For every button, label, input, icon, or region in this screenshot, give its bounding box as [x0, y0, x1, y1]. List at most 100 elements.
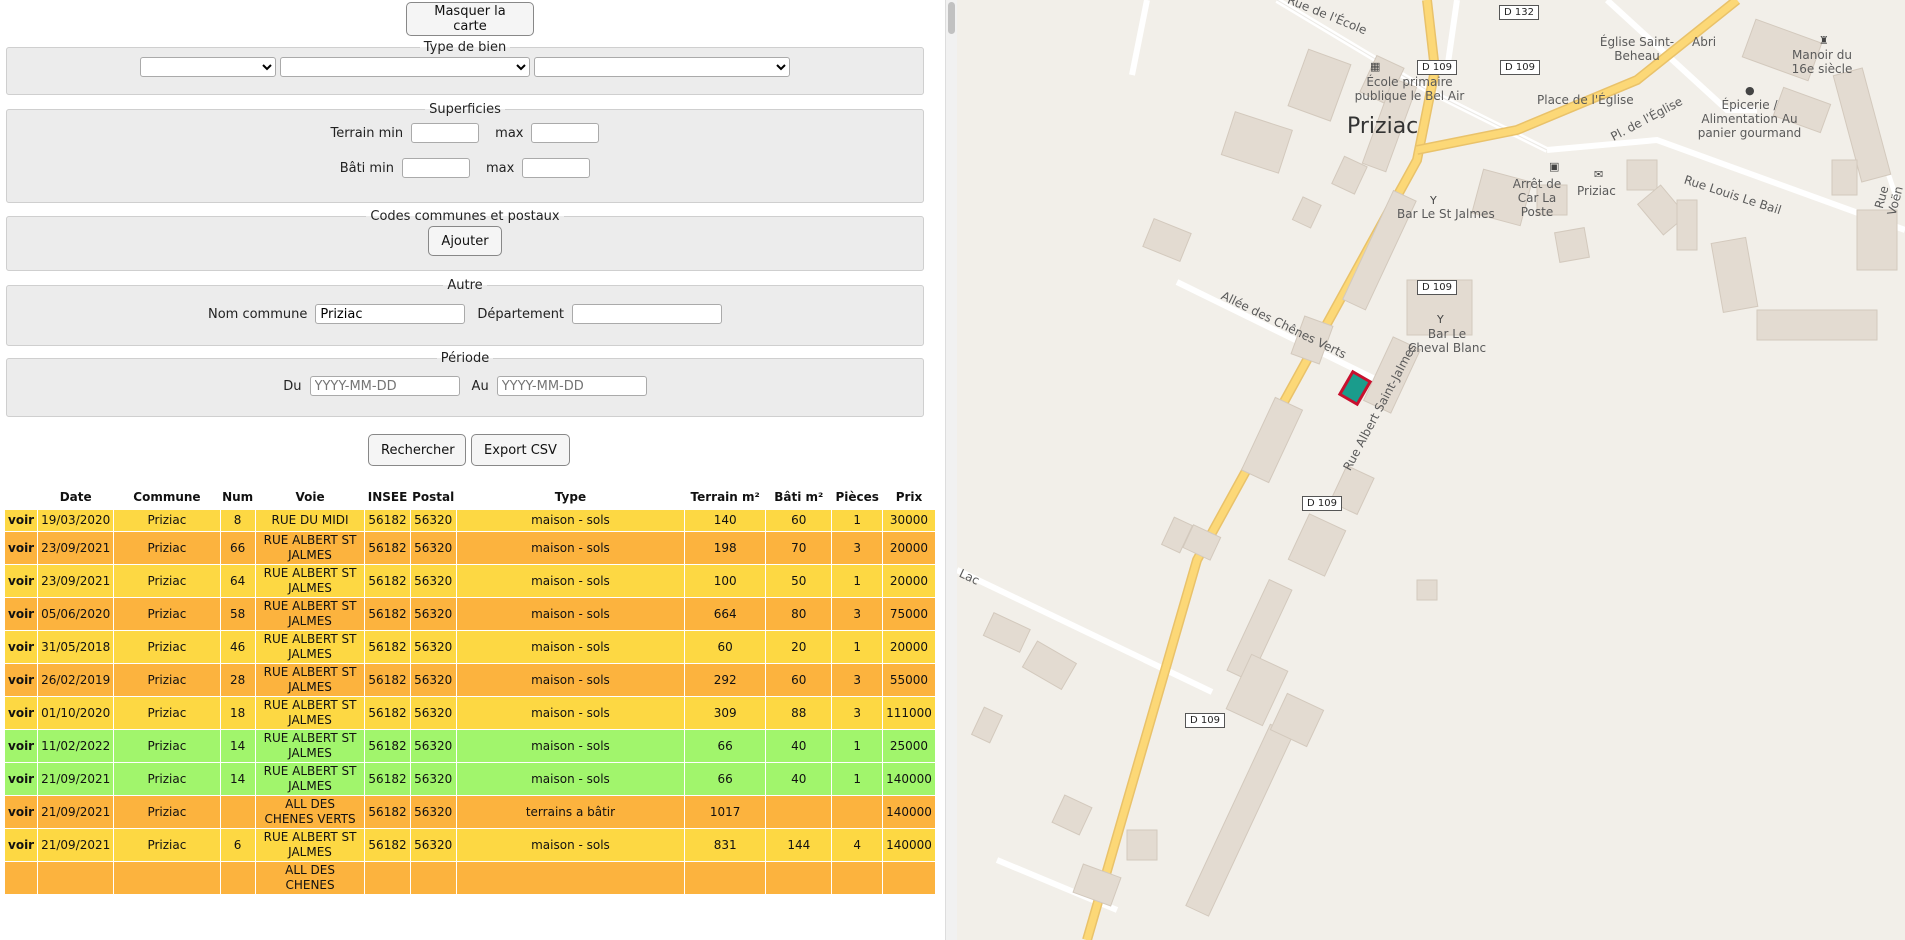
cell-bati: 60: [765, 663, 833, 697]
cell-voie: RUE ALBERT ST JALMES: [254, 729, 366, 763]
map-arret-label: Arrêt de Car La Poste: [1512, 177, 1562, 219]
search-button[interactable]: Rechercher: [368, 434, 466, 466]
cell-insee: 56182: [364, 762, 411, 796]
cell-prix: 25000: [881, 729, 937, 763]
cell-voie: RUE ALBERT ST JALMES: [254, 663, 366, 697]
column-header: Num: [222, 490, 254, 504]
cell-postal: 56320: [409, 564, 457, 598]
terrain-max-label: max: [495, 125, 524, 141]
cell-pieces: 1: [831, 630, 883, 664]
cell-date: 01/10/2020: [37, 696, 115, 730]
bati-min-input[interactable]: [401, 158, 470, 178]
column-header: [5, 485, 38, 510]
cell-prix: 75000: [881, 597, 937, 631]
view-link[interactable]: voir: [3, 828, 39, 862]
cell-prix: 140000: [881, 828, 937, 862]
property-type-select[interactable]: [280, 57, 530, 77]
date-to-input[interactable]: [496, 376, 647, 396]
map-poste-label: Priziac: [1577, 184, 1616, 198]
export-csv-button[interactable]: Export CSV: [471, 434, 570, 466]
cell-terrain: 66: [684, 729, 767, 763]
cell-date: 23/09/2021: [37, 531, 115, 565]
column-header: Postal: [412, 490, 455, 504]
map-eglise-label: Église Saint-Beheau: [1599, 35, 1675, 63]
cell-pieces: 3: [831, 696, 883, 730]
table-row: ALL DES CHENES: [3, 861, 937, 895]
terrain-min-input[interactable]: [411, 123, 480, 143]
cell-type: maison - sols: [455, 762, 686, 796]
cell-date: 21/09/2021: [37, 795, 115, 829]
terrain-max-input[interactable]: [531, 123, 600, 143]
table-row: voir 11/02/2022 Priziac 14 RUE ALBERT ST JAL…: [3, 729, 937, 763]
cell-voie: RUE ALBERT ST JALMES: [254, 564, 366, 598]
toggle-map-button[interactable]: Masquer la carte: [406, 2, 534, 36]
map-epicerie-label: Épicerie / Alimentation Au panier gourma…: [1697, 98, 1802, 140]
table-row: voir 23/09/2021 Priziac 66 RUE ALBERT ST JAL…: [3, 531, 937, 565]
cell-postal: 56320: [409, 828, 457, 862]
map-bar-cheval-label: Bar Le Cheval Blanc: [1407, 327, 1487, 355]
map-d109-shield-5: D 109: [1185, 713, 1225, 728]
cell-date: [37, 861, 115, 895]
cell-terrain: 66: [684, 762, 767, 796]
column-header: Voie: [295, 490, 325, 504]
view-link[interactable]: [3, 861, 39, 895]
view-link[interactable]: voir: [3, 729, 39, 763]
map-view[interactable]: Priziac Rue de l'École D 132 D 109 D 109…: [957, 0, 1905, 940]
view-link[interactable]: voir: [3, 795, 39, 829]
cell-commune: Priziac: [113, 531, 221, 565]
cell-commune: Priziac: [113, 762, 221, 796]
cell-prix: 140000: [881, 795, 937, 829]
property-type-legend: Type de bien: [423, 40, 507, 55]
cell-type: maison - sols: [455, 597, 686, 631]
view-link[interactable]: voir: [3, 762, 39, 796]
post-office-icon: ✉: [1594, 168, 1604, 181]
cell-insee: 56182: [364, 564, 411, 598]
cell-voie: RUE ALBERT ST JALMES: [254, 828, 366, 862]
cell-num: [219, 795, 256, 829]
table-row: voir 26/02/2019 Priziac 28 RUE ALBERT ST JAL…: [3, 663, 937, 697]
cell-num: 64: [219, 564, 256, 598]
cell-insee: 56182: [364, 696, 411, 730]
property-category-select[interactable]: [140, 57, 276, 77]
cell-terrain: 309: [684, 696, 767, 730]
cell-voie: RUE ALBERT ST JALMES: [254, 696, 366, 730]
cell-postal: 56320: [409, 663, 457, 697]
departement-input[interactable]: [572, 304, 723, 324]
view-link[interactable]: voir: [3, 531, 39, 565]
cell-type: [455, 861, 686, 895]
add-code-button[interactable]: Ajouter: [428, 226, 502, 256]
column-header: Date: [59, 490, 92, 504]
date-from-input[interactable]: [309, 376, 460, 396]
cell-pieces: 3: [831, 597, 883, 631]
map-d132-shield: D 132: [1499, 5, 1539, 20]
cell-pieces: 3: [831, 531, 883, 565]
bati-max-input[interactable]: [522, 158, 591, 178]
property-subtype-select[interactable]: [534, 57, 790, 77]
map-d109-shield-1: D 109: [1500, 60, 1540, 75]
cell-voie: RUE ALBERT ST JALMES: [254, 531, 366, 565]
bar-icon-2: Y: [1437, 313, 1444, 326]
results-table: Date Commune Num Voie INSEE Postal Type Terrain…: [3, 485, 937, 895]
school-icon: ▦: [1370, 60, 1381, 73]
view-link[interactable]: voir: [3, 663, 39, 697]
cell-commune: Priziac: [113, 828, 221, 862]
column-header: Bâti m²: [774, 490, 824, 504]
view-link[interactable]: voir: [3, 509, 39, 532]
cell-postal: 56320: [409, 509, 457, 532]
scrollbar-thumb[interactable]: [948, 2, 955, 34]
cell-commune: Priziac: [113, 630, 221, 664]
cell-num: 8: [219, 509, 256, 532]
cell-terrain: 60: [684, 630, 767, 664]
table-row: voir 21/09/2021 Priziac 14 RUE ALBERT ST JAL…: [3, 762, 937, 796]
view-link[interactable]: voir: [3, 630, 39, 664]
view-link[interactable]: voir: [3, 597, 39, 631]
view-link[interactable]: voir: [3, 696, 39, 730]
cell-postal: 56320: [409, 597, 457, 631]
cell-commune: Priziac: [113, 729, 221, 763]
view-link[interactable]: voir: [3, 564, 39, 598]
codes-legend: Codes communes et postaux: [370, 209, 560, 224]
cell-terrain: 292: [684, 663, 767, 697]
commune-input[interactable]: [315, 304, 466, 324]
cell-bati: 20: [765, 630, 833, 664]
period-legend: Période: [440, 351, 490, 366]
